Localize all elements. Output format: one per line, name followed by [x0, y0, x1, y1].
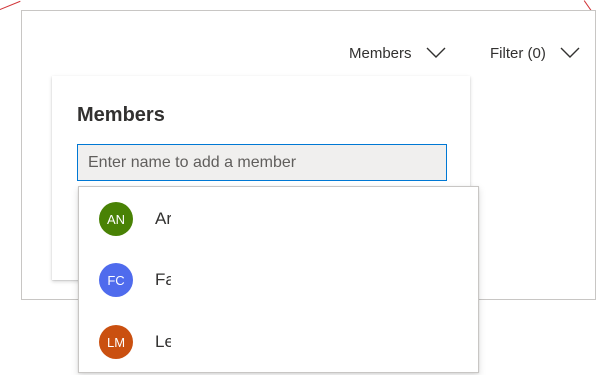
members-dropdown-button[interactable]: Members — [349, 42, 446, 64]
filter-dropdown-label: Filter (0) — [490, 44, 546, 62]
callout-title: Members — [77, 104, 165, 126]
avatar: LM — [99, 325, 133, 359]
suggestion-item[interactable]: AN Ar — [79, 193, 478, 245]
suggestion-name: Ar — [155, 209, 171, 228]
chevron-down-icon — [560, 47, 580, 58]
members-dropdown-label: Members — [349, 44, 412, 62]
chevron-down-icon — [426, 47, 446, 58]
suggestion-name: Le — [155, 332, 171, 351]
member-suggestions-list: AN Ar FC Fa LM Le — [78, 186, 479, 373]
filter-dropdown-button[interactable]: Filter (0) — [490, 42, 580, 64]
annotation-line-left — [0, 0, 21, 11]
suggestion-name: Fa — [155, 270, 171, 289]
member-search-input[interactable] — [77, 144, 447, 181]
suggestion-item[interactable]: LM Le — [79, 316, 478, 368]
avatar: FC — [99, 263, 133, 297]
avatar: AN — [99, 202, 133, 236]
suggestion-item[interactable]: FC Fa — [79, 254, 478, 306]
